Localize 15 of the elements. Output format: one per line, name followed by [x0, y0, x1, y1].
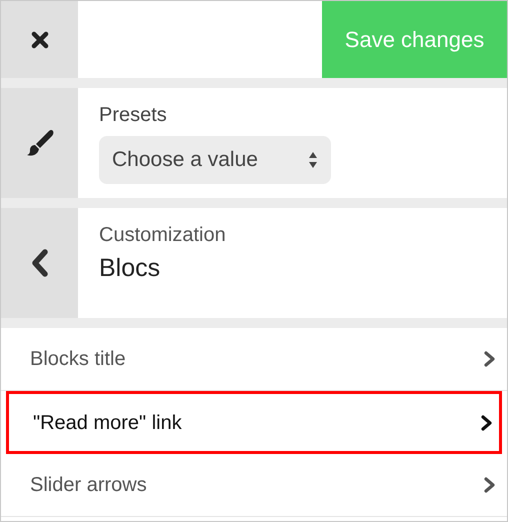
menu-item[interactable]: Blocks title — [1, 328, 507, 391]
section-parent: Customization — [99, 223, 226, 248]
presets-label: Presets — [99, 103, 168, 128]
menu-item[interactable]: "Read more" link — [6, 391, 502, 454]
chevron-right-icon — [481, 414, 493, 430]
presets-select[interactable]: Choose a value — [99, 136, 331, 184]
close-icon — [30, 30, 50, 50]
updown-icon — [308, 151, 318, 169]
chevron-left-icon — [30, 248, 50, 278]
close-button[interactable] — [1, 1, 78, 78]
menu-item[interactable]: Slider arrows — [1, 454, 507, 517]
back-button[interactable] — [1, 208, 78, 318]
chevron-right-icon — [484, 351, 496, 367]
chevron-right-icon — [484, 477, 496, 493]
section-title: Blocs — [99, 253, 162, 284]
